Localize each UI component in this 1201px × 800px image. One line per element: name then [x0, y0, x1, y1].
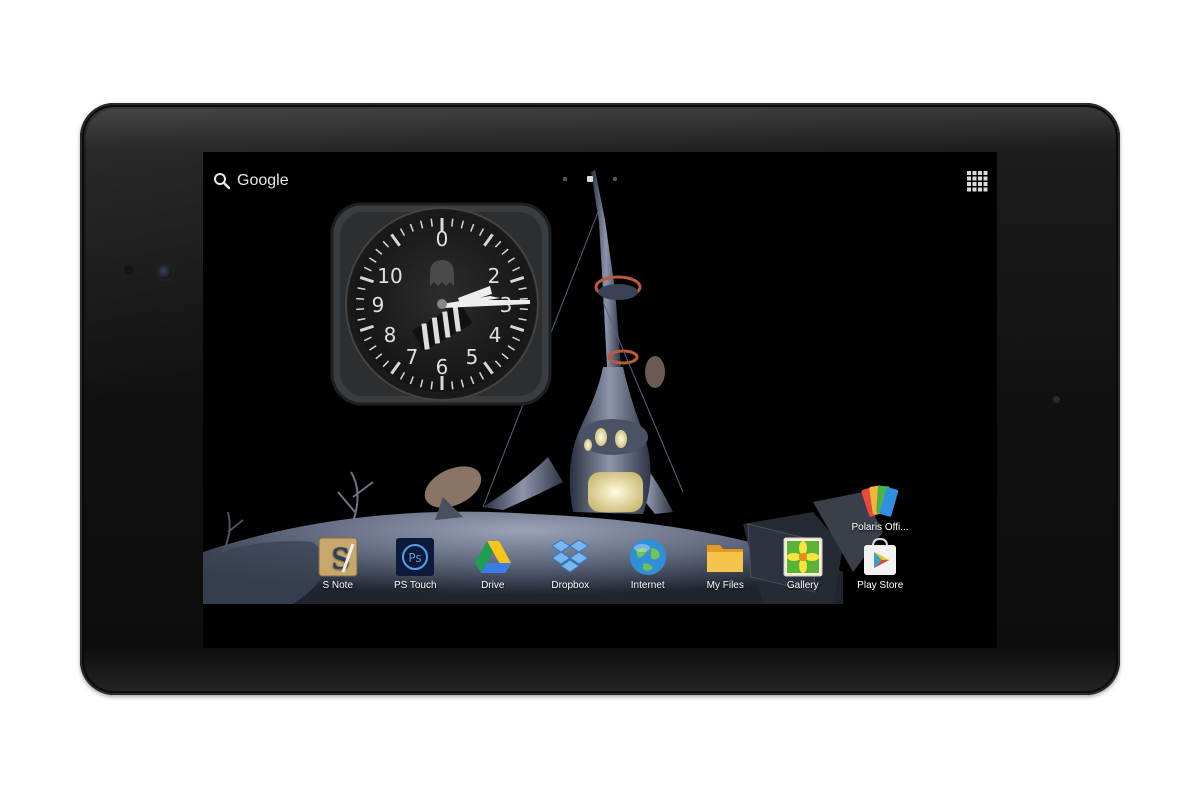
clock-tick — [519, 297, 528, 300]
clock-numeral-8: 8 — [384, 323, 397, 347]
app-internet[interactable]: Internet — [609, 536, 687, 596]
google-search-label: Google — [237, 172, 289, 189]
gallery-flower-icon — [783, 537, 823, 577]
app-drawer-icon[interactable] — [966, 170, 988, 192]
page-dot-3 — [613, 177, 617, 181]
app-s-note[interactable]: S S Note — [299, 536, 377, 596]
clock-widget[interactable]: 0 2 3 4 5 6 7 8 9 10 — [330, 202, 552, 407]
clock-tick — [430, 381, 433, 390]
app-gallery[interactable]: Gallery — [764, 536, 842, 596]
clock-numeral-5: 5 — [466, 345, 479, 369]
clock-tick — [430, 218, 433, 227]
polaris-office-shortcut[interactable]: Polaris Offi... — [845, 482, 915, 533]
internet-globe-icon — [629, 539, 666, 575]
app-my-files[interactable]: My Files — [687, 536, 765, 596]
app-label: PS Touch — [393, 580, 437, 591]
app-drive[interactable]: Drive — [454, 536, 532, 596]
page-dot-2-active — [587, 176, 593, 182]
app-label: Gallery — [786, 580, 819, 591]
play-store-icon — [864, 537, 897, 575]
drive-icon — [474, 541, 511, 573]
navigation-bar-area — [203, 604, 997, 648]
app-play-store[interactable]: Play Store — [842, 536, 920, 596]
polaris-office-icon — [861, 485, 899, 517]
clock-tick — [519, 308, 528, 311]
home-screen: Google 0 2 3 4 — [203, 152, 997, 648]
app-label: Drive — [481, 580, 505, 591]
folder-icon — [707, 545, 744, 572]
clock-numeral-9: 9 — [372, 293, 385, 317]
page-indicator — [563, 176, 617, 182]
app-label: Play Store — [857, 580, 904, 591]
app-label: Dropbox — [551, 580, 590, 591]
page-dot-1 — [563, 177, 567, 181]
polaris-office-label: Polaris Offi... — [851, 522, 909, 533]
svg-text:Ps: Ps — [409, 551, 422, 565]
clock-numeral-6: 6 — [436, 355, 449, 379]
clock-numeral-10: 10 — [377, 264, 402, 288]
app-dropbox[interactable]: Dropbox — [532, 536, 610, 596]
clock-numeral-7: 7 — [406, 345, 419, 369]
google-search-bar[interactable]: Google — [213, 170, 289, 192]
clock-numeral-4: 4 — [489, 323, 502, 347]
dropbox-icon — [551, 539, 590, 573]
clock-tick — [451, 381, 454, 390]
clock-tick — [451, 218, 454, 227]
app-label: My Files — [706, 580, 744, 591]
app-dock: S S Note Ps PS Touch Drive Dropbox Inter… — [299, 536, 919, 596]
app-label: Internet — [630, 580, 665, 591]
side-sensor — [1053, 396, 1060, 403]
clock-numeral-2: 2 — [488, 264, 501, 288]
clock-numeral-0: 0 — [436, 227, 449, 251]
app-ps-touch[interactable]: Ps PS Touch — [377, 536, 455, 596]
s-note-icon: S — [318, 537, 358, 577]
front-camera — [158, 265, 172, 279]
search-icon — [214, 173, 231, 190]
clock-tick — [356, 297, 365, 300]
light-sensor — [124, 265, 134, 275]
app-label: S Note — [322, 580, 354, 591]
clock-tick — [356, 308, 365, 311]
ps-touch-icon: Ps — [396, 538, 435, 576]
